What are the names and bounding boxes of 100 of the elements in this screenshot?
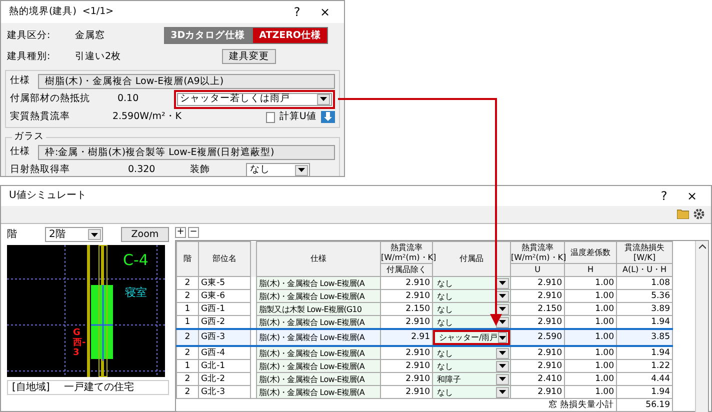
table-cell: 1.00 xyxy=(564,346,616,360)
catalog-tab[interactable]: 3Dカタログ仕様 xyxy=(164,27,252,44)
table-cell: 2.910 xyxy=(380,276,432,290)
help-button[interactable]: ? xyxy=(653,188,675,204)
table-cell: 2.590 xyxy=(510,329,564,346)
caret-icon xyxy=(320,97,327,101)
help-button[interactable]: ? xyxy=(286,4,308,20)
table-cell: G北-3 xyxy=(198,386,250,398)
table-cell: 1.00 xyxy=(564,302,616,316)
table-cell: 1.00 xyxy=(564,360,616,372)
caret-icon xyxy=(91,232,98,236)
table-cell: 1.00 xyxy=(564,372,616,386)
table-cell: 2.910 xyxy=(510,276,564,290)
spec-button[interactable]: 樹脂(木)・金属複合 Low-E複層(A9以上) xyxy=(38,74,335,88)
caret-icon xyxy=(499,377,506,381)
window-title: U値シミュレート xyxy=(9,190,86,202)
table-cell: 2 xyxy=(176,276,198,290)
field-value: 0.320 xyxy=(128,164,156,176)
table-cell: 2.910 xyxy=(510,360,564,372)
add-button[interactable]: + xyxy=(175,227,186,238)
table-cell: 脂(木)・金属複合 Low-E複層(A xyxy=(256,276,380,290)
close-button[interactable]: × xyxy=(314,4,336,20)
table-cell: 2.910 xyxy=(380,346,432,360)
accessory-dropdown[interactable]: なし xyxy=(433,316,510,328)
table-cell: 2 xyxy=(176,329,198,346)
settings-icon[interactable] xyxy=(693,208,705,221)
zoom-button[interactable]: Zoom xyxy=(121,227,169,242)
table-cell: 脂(木)・金属複合 Low-E複層(A xyxy=(256,372,380,386)
field-value: 金属窓 xyxy=(75,30,105,42)
field-label: 建具区分: xyxy=(7,30,52,42)
column-header: 貫流熱損失 xyxy=(624,242,666,252)
column-unit: [W/K] xyxy=(632,252,657,262)
table-cell: 2.910 xyxy=(380,290,432,302)
spec-label: 仕様 xyxy=(10,75,30,87)
accessory-dropdown[interactable]: シャッター若しくは雨戸 xyxy=(174,90,335,108)
column-subheader: H xyxy=(564,264,616,276)
table-cell: G東-6 xyxy=(198,290,250,302)
room-code: C-4 xyxy=(123,253,148,268)
page-counter: <1/1> xyxy=(82,6,114,18)
accessory-dropdown[interactable]: なし xyxy=(433,386,510,398)
table-cell: 1.00 xyxy=(564,329,616,346)
table-cell: 2.910 xyxy=(510,386,564,398)
field-label: 装飾 xyxy=(190,164,211,176)
field-label: 実質熱貫流率 xyxy=(10,111,71,123)
column-subheader: A(L)・U・H xyxy=(616,264,672,276)
column-header: 熱貫流率 xyxy=(390,242,424,252)
field-label: 建具種別: xyxy=(7,50,52,62)
caret-icon xyxy=(499,281,506,285)
field-value: 0.10 xyxy=(117,93,140,105)
close-button[interactable]: × xyxy=(681,188,703,204)
scroll-up-icon[interactable] xyxy=(698,244,706,249)
accessory-dropdown[interactable]: なし xyxy=(433,277,510,289)
catalog-tab[interactable]: ATZERO仕様 xyxy=(252,27,328,44)
accessory-dropdown[interactable]: 和障子 xyxy=(433,373,510,385)
accessory-dropdown[interactable]: なし xyxy=(433,290,510,302)
caret-icon xyxy=(298,168,305,172)
column-header: 部位名 xyxy=(198,242,250,276)
download-button[interactable] xyxy=(321,111,335,123)
accessory-dropdown[interactable]: なし xyxy=(433,303,510,315)
unit-label: W/m²・K xyxy=(140,111,183,123)
table-cell: 脂(木)・金属複合 Low-E複層(A xyxy=(256,360,380,372)
table-cell: 2 xyxy=(176,346,198,360)
table-cell: 1.22 xyxy=(616,360,672,372)
column-subheader: 付属品除く xyxy=(380,264,432,276)
caret-icon xyxy=(498,336,506,340)
column-header: 温度差係数 xyxy=(564,242,616,264)
column-unit: [W/m²(m)・K] xyxy=(511,252,564,262)
accessory-dropdown[interactable]: なし xyxy=(433,360,510,372)
table-cell: G東-5 xyxy=(198,276,250,290)
table-cell: 2.150 xyxy=(510,302,564,316)
dialog-title: 熱的境界(建具) xyxy=(9,6,76,18)
spec-button[interactable]: 枠:金属・樹脂(木)複合製等 Low-E複層(日射遮蔽型) xyxy=(38,144,335,160)
group-title: ガラス xyxy=(12,131,46,142)
caret-icon xyxy=(499,307,506,311)
accessory-dropdown[interactable]: なし xyxy=(433,347,510,359)
table-cell: 脂(木)・金属複合 Low-E複層(A xyxy=(256,290,380,302)
room-name: 寝室 xyxy=(125,287,147,298)
caret-icon xyxy=(499,390,506,394)
table-cell: 4.44 xyxy=(616,372,672,386)
accessory-dropdown[interactable]: シャッター/雨戸 xyxy=(433,330,510,345)
decor-dropdown[interactable]: なし xyxy=(246,162,310,176)
table-cell: 2 xyxy=(176,290,198,302)
spec-label: 仕様 xyxy=(10,146,30,158)
table-cell: 2.910 xyxy=(510,290,564,302)
column-subheader: U xyxy=(510,264,564,276)
table-cell: 2.91 xyxy=(380,329,432,346)
field-value: 2.590 xyxy=(112,111,140,123)
change-button[interactable]: 建具変更 xyxy=(222,49,276,64)
table-cell: 2.910 xyxy=(510,346,564,360)
checkbox-label: 計算U値 xyxy=(279,111,318,123)
caret-icon xyxy=(499,351,506,355)
column-header: 熱貫流率 xyxy=(520,242,554,252)
table-cell: 2.150 xyxy=(380,302,432,316)
floor-dropdown[interactable]: 2階 xyxy=(45,227,103,242)
folder-icon[interactable] xyxy=(677,208,689,221)
info-text: 一戸建ての住宅 xyxy=(64,382,134,394)
floor-label: 階 xyxy=(7,228,18,240)
table-cell: 2.910 xyxy=(380,386,432,398)
checkbox[interactable] xyxy=(266,112,276,122)
remove-button[interactable]: − xyxy=(188,227,199,238)
